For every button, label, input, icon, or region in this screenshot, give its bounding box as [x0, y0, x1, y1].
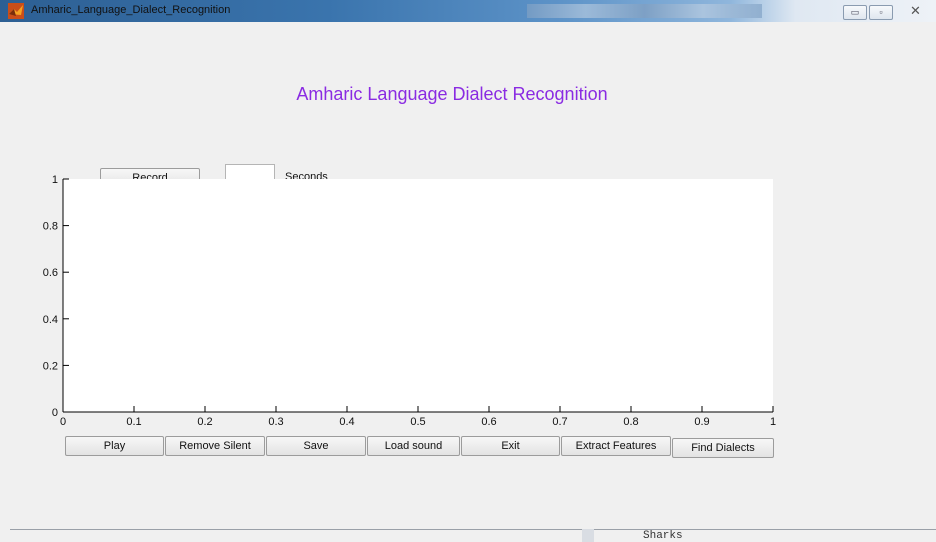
background-scrollbar — [582, 529, 594, 542]
find-dialects-button[interactable]: Find Dialects — [672, 438, 774, 458]
x-tick-label: 0 — [60, 416, 66, 428]
y-tick-label: 0.4 — [43, 314, 58, 326]
load-sound-button[interactable]: Load sound — [367, 436, 460, 456]
exit-button[interactable]: Exit — [461, 436, 560, 456]
x-tick-label: 0.1 — [126, 416, 141, 428]
x-tick-label: 0.2 — [197, 416, 212, 428]
y-tick-label: 0.6 — [43, 267, 58, 279]
plot-area — [63, 179, 773, 412]
background-window-text: Sharks — [643, 530, 683, 542]
matlab-icon — [8, 3, 24, 19]
minimize-icon[interactable]: ▭ — [843, 5, 867, 20]
x-tick-label: 0.6 — [481, 416, 496, 428]
figure-window: Amharic Language Dialect Recognition Rec… — [10, 22, 936, 530]
window-title-bar[interactable]: Amharic_Language_Dialect_Recognition ▭ ▫… — [0, 0, 936, 22]
waveform-axes: 0 0.1 0.2 0.3 0.4 0.5 0.6 0.7 0.8 0.9 1 0 0.2 0.4 0.6 0… — [43, 174, 776, 428]
save-button[interactable]: Save — [266, 436, 366, 456]
y-tick-label: 1 — [52, 174, 58, 186]
play-button[interactable]: Play — [65, 436, 164, 456]
y-tick-label: 0.8 — [43, 221, 58, 233]
x-tick-label: 1 — [770, 416, 776, 428]
window-title: Amharic_Language_Dialect_Recognition — [31, 4, 231, 16]
x-tick-label: 0.8 — [623, 416, 638, 428]
remove-silent-button[interactable]: Remove Silent — [165, 436, 265, 456]
blurred-title-region — [527, 4, 762, 18]
extract-features-button[interactable]: Extract Features — [561, 436, 671, 456]
x-tick-label: 0.5 — [410, 416, 425, 428]
restore-icon[interactable]: ▫ — [869, 5, 893, 20]
x-tick-label: 0.7 — [552, 416, 567, 428]
y-tick-label: 0.2 — [43, 360, 58, 372]
x-tick-label: 0.9 — [694, 416, 709, 428]
close-icon[interactable]: ✕ — [910, 3, 921, 19]
x-tick-label: 0.4 — [339, 416, 354, 428]
x-tick-label: 0.3 — [268, 416, 283, 428]
y-tick-label: 0 — [52, 407, 58, 419]
